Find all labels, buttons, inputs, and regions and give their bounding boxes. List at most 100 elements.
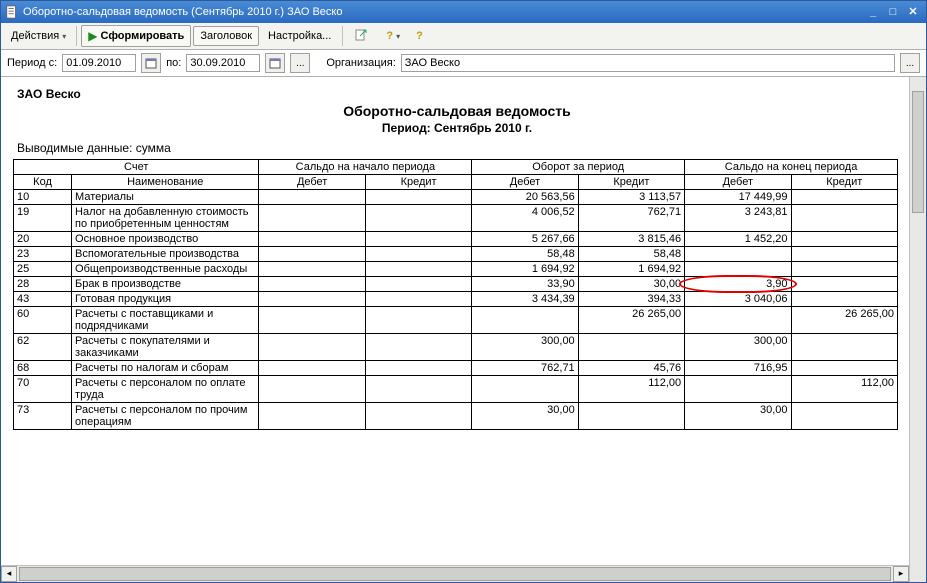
- org-input[interactable]: [401, 54, 895, 72]
- table-row[interactable]: 25Общепроизводственные расходы1 694,921 …: [14, 262, 898, 277]
- table-row[interactable]: 20Основное производство5 267,663 815,461…: [14, 232, 898, 247]
- cell: [259, 376, 365, 403]
- cell: [365, 361, 471, 376]
- cell: [791, 292, 897, 307]
- cell: 5 267,66: [472, 232, 578, 247]
- export-button[interactable]: [347, 24, 377, 48]
- cell: [365, 307, 471, 334]
- cell: [365, 292, 471, 307]
- table-row[interactable]: 23Вспомогательные производства58,4858,48: [14, 247, 898, 262]
- org-select-button[interactable]: ...: [900, 53, 920, 73]
- cell: Вспомогательные производства: [72, 247, 259, 262]
- cell: Брак в производстве: [72, 277, 259, 292]
- cell: [578, 334, 684, 361]
- date-to-input[interactable]: [186, 54, 260, 72]
- toolbar: Действия ▾ ▶ Сформировать Заголовок Наст…: [1, 23, 926, 50]
- date-from-input[interactable]: [62, 54, 136, 72]
- display-data-label: Выводимые данные: сумма: [17, 141, 901, 155]
- calendar-to-button[interactable]: [265, 53, 285, 73]
- cell: 17 449,99: [685, 190, 791, 205]
- calendar-from-button[interactable]: [141, 53, 161, 73]
- scroll-thumb-h[interactable]: [19, 567, 891, 581]
- table-row[interactable]: 73Расчеты с персоналом по прочим операци…: [14, 403, 898, 430]
- maximize-button[interactable]: □: [884, 4, 902, 20]
- document-icon: [5, 5, 19, 19]
- dropdown-icon: ▾: [396, 32, 400, 41]
- table-row[interactable]: 68Расчеты по налогам и сборам762,7145,76…: [14, 361, 898, 376]
- cell: [578, 403, 684, 430]
- actions-menu[interactable]: Действия ▾: [5, 27, 72, 45]
- help-icon: ?: [386, 30, 393, 42]
- help-button[interactable]: ?: [409, 26, 430, 46]
- cell: [791, 190, 897, 205]
- app-window: Оборотно-сальдовая ведомость (Сентябрь 2…: [0, 0, 927, 583]
- cell: [365, 334, 471, 361]
- table-row[interactable]: 60Расчеты с поставщиками и подрядчиками2…: [14, 307, 898, 334]
- cell: [365, 190, 471, 205]
- minimize-button[interactable]: _: [864, 4, 882, 20]
- cell: Основное производство: [72, 232, 259, 247]
- table-row[interactable]: 70Расчеты с персоналом по оплате труда11…: [14, 376, 898, 403]
- cell: [259, 277, 365, 292]
- cell: [259, 292, 365, 307]
- cell: Готовая продукция: [72, 292, 259, 307]
- cell: 28: [14, 277, 72, 292]
- cell: [791, 334, 897, 361]
- cell: [365, 205, 471, 232]
- cell: 25: [14, 262, 72, 277]
- cell: Общепроизводственные расходы: [72, 262, 259, 277]
- scroll-thumb-v[interactable]: [912, 91, 924, 213]
- form-button[interactable]: ▶ Сформировать: [81, 25, 191, 47]
- report-title: Оборотно-сальдовая ведомость: [13, 103, 901, 119]
- settings-button[interactable]: Настройка...: [261, 26, 338, 46]
- col-close-debit: Дебет: [685, 175, 791, 190]
- filter-bar: Период с: по: ... Организация: ...: [1, 50, 926, 77]
- table-row[interactable]: 10Материалы20 563,563 113,5717 449,99: [14, 190, 898, 205]
- cell: [365, 403, 471, 430]
- table-row[interactable]: 62Расчеты с покупателями и заказчиками30…: [14, 334, 898, 361]
- table-row[interactable]: 43Готовая продукция3 434,39394,333 040,0…: [14, 292, 898, 307]
- cell: 58,48: [578, 247, 684, 262]
- scroll-left-button[interactable]: ◂: [1, 566, 17, 582]
- cell: [685, 376, 791, 403]
- help-dropdown-button[interactable]: ? ▾: [379, 26, 407, 46]
- cell: Расчеты по налогам и сборам: [72, 361, 259, 376]
- report-subtitle: Период: Сентябрь 2010 г.: [13, 121, 901, 135]
- period-from-label: Период с:: [7, 57, 57, 69]
- col-turn-debit: Дебет: [472, 175, 578, 190]
- balance-table: Счет Сальдо на начало периода Оборот за …: [13, 159, 898, 430]
- table-row[interactable]: 28Брак в производстве33,9030,003,90: [14, 277, 898, 292]
- cell: 394,33: [578, 292, 684, 307]
- cell: 300,00: [685, 334, 791, 361]
- header-button[interactable]: Заголовок: [193, 26, 259, 46]
- table-row[interactable]: 19Налог на добавленную стоимость по прио…: [14, 205, 898, 232]
- cell: Расчеты с персоналом по оплате труда: [72, 376, 259, 403]
- cell: [365, 247, 471, 262]
- cell: 60: [14, 307, 72, 334]
- cell: [791, 205, 897, 232]
- horizontal-scrollbar[interactable]: ◂ ▸: [1, 565, 909, 582]
- cell: [685, 307, 791, 334]
- cell: 3 815,46: [578, 232, 684, 247]
- cell: 58,48: [472, 247, 578, 262]
- cell: 45,76: [578, 361, 684, 376]
- cell: [791, 361, 897, 376]
- cell: 10: [14, 190, 72, 205]
- close-button[interactable]: ✕: [904, 4, 922, 20]
- cell: 30,00: [685, 403, 791, 430]
- cell: 30,00: [472, 403, 578, 430]
- play-icon: ▶: [88, 29, 97, 43]
- period-spread-button[interactable]: ...: [290, 53, 310, 73]
- cell: 112,00: [791, 376, 897, 403]
- report-area[interactable]: ЗАО Веско Оборотно-сальдовая ведомость П…: [1, 77, 909, 565]
- cell: 3 434,39: [472, 292, 578, 307]
- scroll-right-button[interactable]: ▸: [893, 566, 909, 582]
- cell: 4 006,52: [472, 205, 578, 232]
- col-opening: Сальдо на начало периода: [259, 160, 472, 175]
- vertical-scrollbar[interactable]: [909, 77, 926, 582]
- actions-menu-label: Действия: [11, 30, 59, 42]
- col-turnover: Оборот за период: [472, 160, 685, 175]
- cell: 1 452,20: [685, 232, 791, 247]
- cell: 1 694,92: [578, 262, 684, 277]
- cell: [791, 247, 897, 262]
